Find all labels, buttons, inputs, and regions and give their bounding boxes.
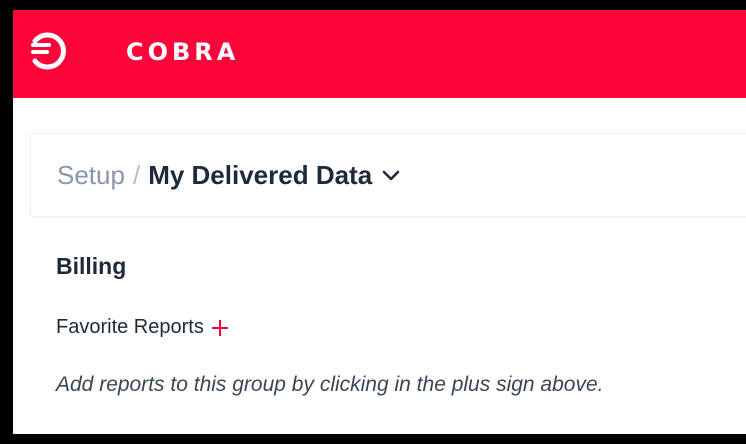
- breadcrumb-card: Setup / My Delivered Data: [30, 133, 746, 217]
- chevron-down-icon[interactable]: [382, 170, 400, 182]
- empty-group-hint: Add reports to this group by clicking in…: [56, 373, 604, 396]
- brand-name[interactable]: COBRA: [126, 38, 239, 66]
- breadcrumb-current-page[interactable]: My Delivered Data: [148, 160, 372, 191]
- favorite-reports-label: Favorite Reports: [56, 316, 204, 338]
- breadcrumb-separator: /: [132, 160, 141, 190]
- breadcrumb: Setup / My Delivered Data: [57, 160, 400, 191]
- top-navigation-bar: COBRA: [13, 10, 746, 98]
- section-title: Billing: [56, 253, 127, 279]
- plus-icon[interactable]: [210, 318, 230, 338]
- app-window: COBRA Setup / My Delivered Data Billing …: [13, 10, 746, 434]
- favorite-reports-row: Favorite Reports: [56, 316, 230, 339]
- breadcrumb-setup-link[interactable]: Setup: [57, 160, 125, 191]
- cobra-logo-icon[interactable]: [27, 29, 71, 73]
